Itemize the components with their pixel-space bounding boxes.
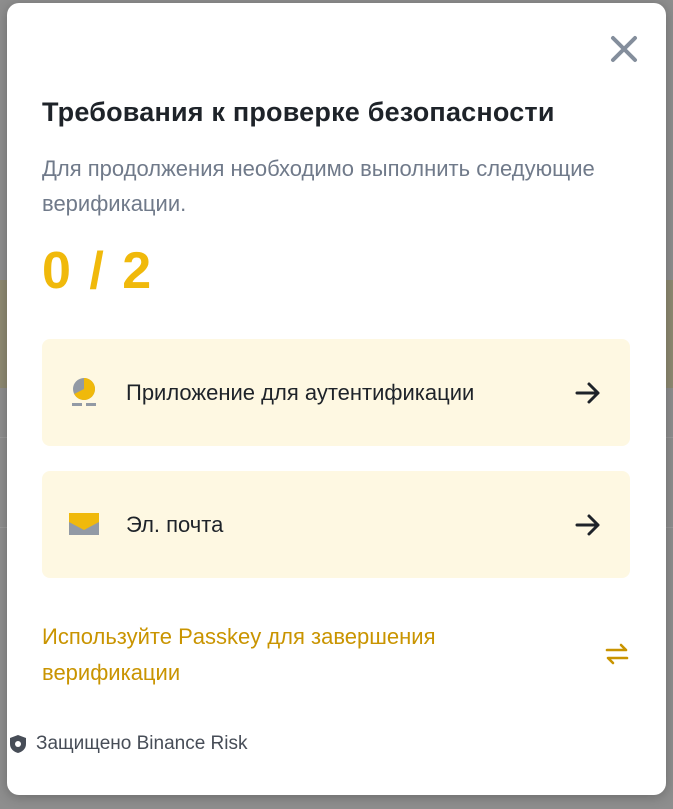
authenticator-icon [72,378,96,406]
footer-label: Защищено Binance Risk [36,733,248,754]
security-verification-dialog: Требования к проверке безопасности Для п… [7,3,666,795]
email-icon [69,513,99,535]
arrow-right-icon [575,514,600,536]
arrow-right-icon [575,382,600,404]
verification-progress: 0 / 2 [42,242,154,300]
close-icon [611,36,637,62]
method-authenticator-app[interactable]: Приложение для аутентификации [42,339,630,446]
passkey-label: Используйте Passkey для завершения вериф… [42,624,436,685]
method-label: Приложение для аутентификации [126,380,475,405]
swap-icon [605,643,629,665]
dialog-subtitle: Для продолжения необходимо выполнить сле… [42,156,595,216]
shield-icon [10,735,26,753]
method-label: Эл. почта [126,512,224,537]
dialog-title: Требования к проверке безопасности [42,97,555,127]
security-footer: Защищено Binance Risk [9,730,248,758]
close-button[interactable] [608,33,640,65]
method-email[interactable]: Эл. почта [42,471,630,578]
use-passkey-link[interactable]: Используйте Passkey для завершения вериф… [42,619,630,699]
